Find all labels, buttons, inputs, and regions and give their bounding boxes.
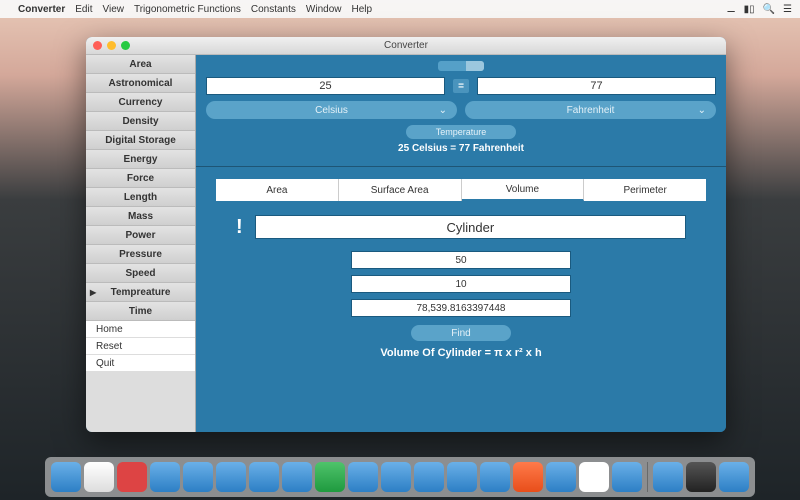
right-value-input[interactable]: 77	[477, 77, 716, 95]
sidebar-item-temperature[interactable]: Tempreature	[86, 283, 195, 302]
dock-app20[interactable]	[686, 462, 716, 492]
battery-icon[interactable]: ▮▯	[744, 4, 755, 15]
menu-help[interactable]: Help	[351, 4, 372, 15]
dock-app5[interactable]	[183, 462, 213, 492]
radius-input[interactable]: 50	[351, 251, 571, 269]
right-unit-dropdown[interactable]: Fahrenheit	[465, 101, 716, 119]
sidebar-item-astronomical[interactable]: Astronomical	[86, 74, 195, 93]
menu-edit[interactable]: Edit	[75, 4, 92, 15]
dock-app10[interactable]	[348, 462, 378, 492]
dock-app12[interactable]	[414, 462, 444, 492]
dock-app13[interactable]	[447, 462, 477, 492]
menu-view[interactable]: View	[102, 4, 124, 15]
dock-app16[interactable]	[546, 462, 576, 492]
formula-text: Volume Of Cylinder = π x r² x h	[206, 347, 716, 359]
sidebar-item-pressure[interactable]: Pressure	[86, 245, 195, 264]
sidebar-item-energy[interactable]: Energy	[86, 150, 195, 169]
tab-surface-area[interactable]: Surface Area	[339, 179, 462, 201]
sidebar-item-length[interactable]: Length	[86, 188, 195, 207]
reset-link[interactable]: Reset	[86, 338, 195, 355]
tab-area[interactable]: Area	[216, 179, 339, 201]
left-unit-dropdown[interactable]: Celsius	[206, 101, 457, 119]
tab-volume[interactable]: Volume	[462, 179, 585, 201]
titlebar[interactable]: Converter	[86, 37, 726, 55]
sidebar-item-density[interactable]: Density	[86, 112, 195, 131]
dock-finder[interactable]	[51, 462, 81, 492]
category-pill[interactable]: Temperature	[406, 125, 516, 139]
info-icon[interactable]: !	[236, 216, 243, 239]
dock-app6[interactable]	[216, 462, 246, 492]
main-panel: 25 = 77 Celsius Fahrenheit Temperature 2…	[196, 55, 726, 432]
shape-select[interactable]: Cylinder	[255, 215, 686, 239]
app-window: Converter Area Astronomical Currency Den…	[86, 37, 726, 432]
wifi-icon[interactable]: ⚊	[727, 4, 736, 15]
dock-app4[interactable]	[150, 462, 180, 492]
menu-window[interactable]: Window	[306, 4, 342, 15]
menu-icon[interactable]: ☰	[783, 4, 792, 15]
menubar: Converter Edit View Trigonometric Functi…	[0, 0, 800, 18]
divider	[196, 166, 726, 167]
sidebar: Area Astronomical Currency Density Digit…	[86, 55, 196, 432]
menu-trig[interactable]: Trigonometric Functions	[134, 4, 241, 15]
sidebar-item-digital-storage[interactable]: Digital Storage	[86, 131, 195, 150]
sidebar-item-power[interactable]: Power	[86, 226, 195, 245]
dock-separator	[647, 462, 648, 492]
volume-output: 78,539.8163397448	[351, 299, 571, 317]
dock-calendar[interactable]	[84, 462, 114, 492]
dock-app18[interactable]	[612, 462, 642, 492]
dock-trash[interactable]	[719, 462, 749, 492]
menu-constants[interactable]: Constants	[251, 4, 296, 15]
dock-app11[interactable]	[381, 462, 411, 492]
geometry-tabs: Area Surface Area Volume Perimeter	[216, 179, 706, 201]
height-input[interactable]: 10	[351, 275, 571, 293]
spotlight-icon[interactable]: 🔍	[763, 4, 775, 15]
dock-app8[interactable]	[282, 462, 312, 492]
dock	[45, 457, 755, 497]
dock-app14[interactable]	[480, 462, 510, 492]
equals-icon: =	[453, 79, 469, 93]
app-menu[interactable]: Converter	[18, 4, 65, 15]
dock-facetime[interactable]	[315, 462, 345, 492]
dock-app7[interactable]	[249, 462, 279, 492]
sidebar-item-area[interactable]: Area	[86, 55, 195, 74]
sidebar-item-mass[interactable]: Mass	[86, 207, 195, 226]
find-button[interactable]: Find	[411, 325, 511, 341]
conversion-result: 25 Celsius = 77 Fahrenheit	[206, 143, 716, 154]
left-value-input[interactable]: 25	[206, 77, 445, 95]
sidebar-item-time[interactable]: Time	[86, 302, 195, 321]
quit-link[interactable]: Quit	[86, 355, 195, 372]
dock-appstore[interactable]	[579, 462, 609, 492]
dock-app19[interactable]	[653, 462, 683, 492]
sidebar-item-currency[interactable]: Currency	[86, 93, 195, 112]
home-link[interactable]: Home	[86, 321, 195, 338]
tab-perimeter[interactable]: Perimeter	[584, 179, 706, 201]
sidebar-item-force[interactable]: Force	[86, 169, 195, 188]
mode-toggle[interactable]	[438, 61, 484, 71]
sidebar-item-speed[interactable]: Speed	[86, 264, 195, 283]
dock-itunes[interactable]	[513, 462, 543, 492]
dock-app3[interactable]	[117, 462, 147, 492]
window-title: Converter	[86, 40, 726, 51]
